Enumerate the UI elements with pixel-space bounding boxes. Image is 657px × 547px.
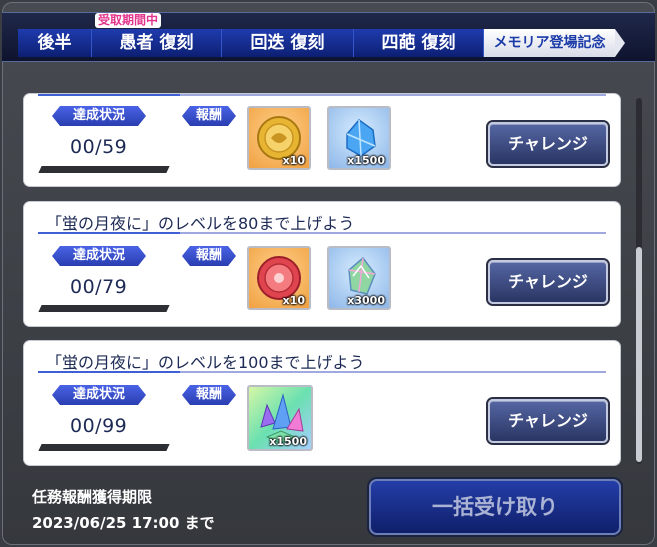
reward-quantity: x10: [282, 154, 305, 167]
tab-memoria-anniversary[interactable]: メモリア登場記念: [484, 29, 615, 57]
progress-bar: [38, 444, 170, 451]
reward-label: 報酬: [182, 106, 236, 126]
mission-panel: 後半 愚者 復刻 受取期間中 回迭 復刻 四葩 復刻 メモリア登場記念 達成状況…: [2, 2, 655, 545]
tab-kaiteki-fukkoku[interactable]: 回迭 復刻: [222, 29, 354, 57]
reward-item-red-coin[interactable]: x10: [247, 246, 311, 310]
progress-count: 00/99: [70, 415, 128, 437]
tab-bar: 後半 愚者 復刻 受取期間中 回迭 復刻 四葩 復刻 メモリア登場記念: [2, 12, 655, 62]
reward-item-gold-coin[interactable]: x10: [247, 106, 311, 170]
tab-gusha-fukkoku[interactable]: 愚者 復刻: [92, 29, 222, 57]
title-underline: [38, 232, 606, 234]
progress-bar-fill: [38, 305, 42, 312]
status-label: 達成状況: [52, 246, 146, 266]
challenge-button[interactable]: チャレンジ: [488, 399, 608, 443]
challenge-button[interactable]: チャレンジ: [488, 122, 608, 166]
challenge-button[interactable]: チャレンジ: [488, 260, 608, 304]
title-underline: [38, 371, 606, 373]
reward-label: 報酬: [182, 385, 236, 405]
reward-item-rainbow-crystal[interactable]: x1500: [247, 385, 313, 451]
status-label: 達成状況: [52, 385, 146, 405]
reward-quantity: x1500: [269, 435, 307, 448]
progress-bar: [38, 166, 170, 173]
reward-label: 報酬: [182, 246, 236, 266]
reward-quantity: x3000: [347, 294, 385, 307]
claim-all-button[interactable]: 一括受け取り: [369, 479, 621, 535]
mission-title: 「蛍の月夜に」のレベルを80まで上げよう: [46, 214, 355, 233]
progress-count: 00/79: [70, 276, 128, 298]
receive-period-badge: 受取期間中: [95, 13, 162, 28]
deadline-label: 任務報酬獲得期限: [32, 488, 153, 506]
progress-count: 00/59: [70, 136, 128, 158]
mission-card-1: 達成状況 報酬 00/59 x10 x1500 チャレンジ: [24, 94, 620, 186]
tab-yohira-fukkoku[interactable]: 四葩 復刻: [354, 29, 484, 57]
mission-title: 「蛍の月夜に」のレベルを100まで上げよう: [46, 353, 365, 372]
reward-quantity: x10: [282, 294, 305, 307]
progress-bar: [38, 305, 170, 312]
status-label: 達成状況: [52, 106, 146, 126]
tab-kouhan[interactable]: 後半: [18, 29, 92, 57]
deadline-date: 2023/06/25 17:00 まで: [32, 514, 215, 532]
reward-item-rainbow-gem[interactable]: x3000: [327, 246, 391, 310]
progress-bar-fill: [38, 166, 42, 173]
scrollbar-thumb[interactable]: [636, 247, 642, 462]
progress-bar-fill: [38, 444, 42, 451]
mission-card-2: 「蛍の月夜に」のレベルを80まで上げよう 達成状況 報酬 00/79 x10 x…: [24, 202, 620, 326]
reward-quantity: x1500: [347, 154, 385, 167]
tab-scroll-right-icon[interactable]: [615, 29, 625, 57]
title-underline: [38, 94, 606, 96]
reward-item-blue-crystal[interactable]: x1500: [327, 106, 391, 170]
mission-card-3: 「蛍の月夜に」のレベルを100まで上げよう 達成状況 報酬 00/99 x150…: [24, 341, 620, 465]
